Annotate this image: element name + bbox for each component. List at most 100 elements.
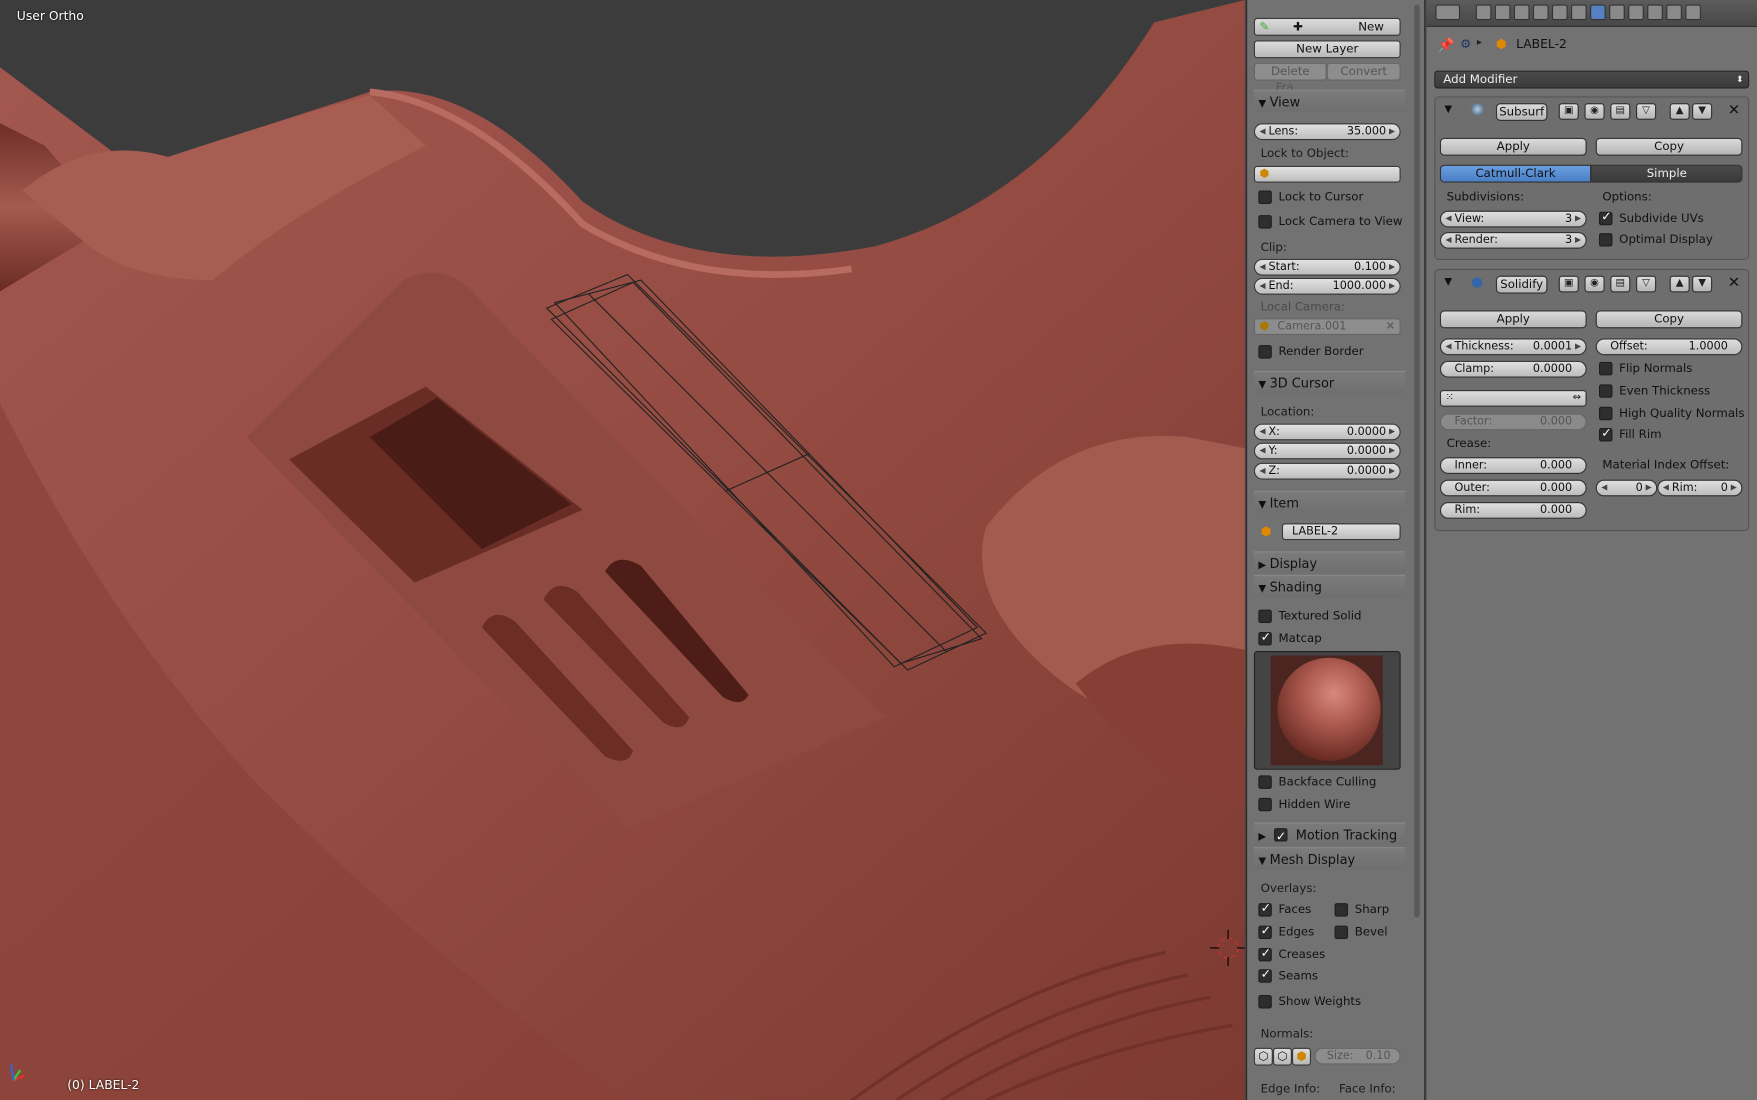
- collapse-arrow-icon[interactable]: ▼: [1444, 277, 1452, 288]
- matcap-preview[interactable]: [1253, 651, 1401, 770]
- editmode-toggle-icon[interactable]: ▤: [1610, 103, 1631, 120]
- high-quality-normals-checkbox[interactable]: [1599, 406, 1613, 421]
- factor-field[interactable]: Factor: 0.000: [1439, 413, 1587, 431]
- move-up-icon[interactable]: ▲: [1669, 275, 1690, 293]
- normals-size-field[interactable]: Size: 0.10: [1314, 1047, 1401, 1065]
- scene-icon[interactable]: [1513, 4, 1530, 21]
- seams-checkbox[interactable]: [1258, 967, 1272, 983]
- motion-tracking-section-header[interactable]: ▶ Motion Tracking: [1253, 822, 1406, 848]
- cage-toggle-icon[interactable]: ▽: [1635, 103, 1657, 120]
- clear-icon[interactable]: ✕: [1386, 319, 1395, 334]
- show-weights-checkbox[interactable]: [1258, 995, 1272, 1009]
- cursor-x-field[interactable]: ◀ X: 0.0000 ▶: [1253, 423, 1401, 441]
- optimal-display-checkbox[interactable]: [1599, 233, 1613, 247]
- vertex-normals-icon[interactable]: ⬡: [1253, 1047, 1273, 1066]
- convert-button[interactable]: Convert: [1326, 62, 1401, 81]
- lock-to-cursor-checkbox[interactable]: [1258, 190, 1272, 204]
- solidify-apply-button[interactable]: Apply: [1439, 310, 1587, 329]
- move-down-icon[interactable]: ▼: [1692, 103, 1713, 120]
- add-modifier-dropdown[interactable]: Add Modifier ⬍: [1434, 70, 1750, 89]
- face-normals-icon[interactable]: ⬢: [1291, 1047, 1312, 1066]
- flip-normals-checkbox[interactable]: [1599, 361, 1613, 376]
- editmode-toggle-icon[interactable]: ▤: [1610, 275, 1631, 293]
- panel-scrollbar[interactable]: [1414, 4, 1420, 918]
- remove-modifier-icon[interactable]: ✕: [1728, 102, 1740, 119]
- view-section-header[interactable]: ▼ View: [1253, 89, 1406, 113]
- move-up-icon[interactable]: ▲: [1669, 103, 1690, 120]
- subdivide-uvs-checkbox[interactable]: [1599, 210, 1613, 226]
- render-toggle-icon[interactable]: ▣: [1558, 275, 1579, 293]
- new-layer-button[interactable]: New Layer: [1253, 40, 1401, 59]
- texture-icon[interactable]: [1647, 4, 1663, 21]
- 3d-cursor-section-header[interactable]: ▼ 3D Cursor: [1253, 370, 1406, 394]
- render-toggle-icon[interactable]: ▣: [1558, 103, 1579, 120]
- matcap-checkbox[interactable]: [1258, 630, 1272, 646]
- simple-option[interactable]: Simple: [1591, 164, 1743, 183]
- viewport-toggle-icon[interactable]: ◉: [1584, 275, 1605, 293]
- particles-icon[interactable]: [1666, 4, 1682, 21]
- render-layers-icon[interactable]: [1494, 4, 1511, 21]
- subsurf-render-field[interactable]: ◀ Render: 3 ▶: [1439, 231, 1587, 249]
- editor-type-icon[interactable]: [1435, 4, 1461, 21]
- lock-camera-checkbox[interactable]: [1258, 215, 1272, 229]
- material-icon[interactable]: [1628, 4, 1644, 21]
- physics-icon[interactable]: [1685, 4, 1701, 21]
- subsurf-view-field[interactable]: ◀ View: 3 ▶: [1439, 210, 1587, 228]
- shading-section-header[interactable]: ▼ Shading: [1253, 574, 1406, 598]
- object-icon[interactable]: [1551, 4, 1568, 21]
- outer-crease-field[interactable]: Outer: 0.000: [1439, 479, 1587, 497]
- local-camera-field[interactable]: ⬢ Camera.001 ✕: [1253, 318, 1401, 336]
- subsurf-name-field[interactable]: Subsurf: [1495, 103, 1548, 122]
- cursor-y-field[interactable]: ◀ Y: 0.0000 ▶: [1253, 442, 1401, 460]
- catmull-clark-option[interactable]: Catmull-Clark: [1439, 164, 1592, 183]
- cursor-z-field[interactable]: ◀ Z: 0.0000 ▶: [1253, 462, 1401, 480]
- world-icon[interactable]: [1532, 4, 1549, 21]
- lens-field[interactable]: ◀ Lens: 35.000 ▶: [1253, 123, 1401, 141]
- textured-solid-checkbox[interactable]: [1258, 609, 1272, 624]
- backface-culling-checkbox[interactable]: [1258, 775, 1272, 789]
- thickness-field[interactable]: ◀ Thickness: 0.0001 ▶: [1439, 338, 1587, 356]
- 3d-viewport[interactable]: User Ortho (0) LABEL-2: [0, 0, 1245, 1100]
- fill-rim-checkbox[interactable]: [1599, 426, 1613, 442]
- subsurf-copy-button[interactable]: Copy: [1595, 137, 1743, 156]
- clamp-field[interactable]: Clamp: 0.0000: [1439, 360, 1587, 378]
- creases-checkbox[interactable]: [1258, 946, 1272, 962]
- rim-crease-field[interactable]: Rim: 0.000: [1439, 502, 1587, 519]
- hidden-wire-checkbox[interactable]: [1258, 797, 1272, 812]
- faces-checkbox[interactable]: [1258, 901, 1272, 917]
- material-offset-field[interactable]: ◀ 0 ▶: [1595, 479, 1658, 497]
- material-rim-field[interactable]: ◀ Rim: 0 ▶: [1657, 479, 1743, 497]
- item-name-field[interactable]: LABEL-2: [1281, 523, 1401, 541]
- edges-checkbox[interactable]: [1258, 923, 1272, 940]
- cage-toggle-icon[interactable]: ▽: [1635, 275, 1657, 293]
- collapse-arrow-icon[interactable]: ▼: [1444, 104, 1452, 115]
- inner-crease-field[interactable]: Inner: 0.000: [1439, 457, 1587, 474]
- mesh-display-section-header[interactable]: ▼ Mesh Display: [1253, 847, 1406, 870]
- gp-new-button[interactable]: ✎ ✚ New: [1253, 17, 1401, 36]
- even-thickness-checkbox[interactable]: [1599, 384, 1613, 398]
- subsurf-apply-button[interactable]: Apply: [1439, 137, 1587, 156]
- clip-start-field[interactable]: ◀ Start: 0.100 ▶: [1253, 258, 1401, 276]
- lock-object-field[interactable]: ⬢: [1253, 165, 1401, 183]
- delete-frame-button[interactable]: Delete Fra...: [1253, 62, 1327, 94]
- data-icon[interactable]: [1609, 4, 1625, 21]
- clip-end-field[interactable]: ◀ End: 1000.000 ▶: [1253, 277, 1401, 295]
- offset-field[interactable]: Offset: 1.0000: [1595, 338, 1743, 356]
- invert-icon[interactable]: ⇔: [1573, 391, 1581, 406]
- solidify-copy-button[interactable]: Copy: [1595, 310, 1743, 329]
- display-section-header[interactable]: ▶ Display: [1253, 551, 1406, 574]
- solidify-name-field[interactable]: Solidify: [1495, 275, 1548, 294]
- item-section-header[interactable]: ▼ Item: [1253, 490, 1406, 514]
- render-icon[interactable]: [1475, 4, 1492, 21]
- render-border-checkbox[interactable]: [1258, 345, 1272, 359]
- viewport-toggle-icon[interactable]: ◉: [1584, 103, 1605, 120]
- pin-icon[interactable]: 📌: [1438, 37, 1455, 53]
- modifiers-icon[interactable]: [1590, 4, 1606, 21]
- sharp-checkbox[interactable]: [1334, 903, 1349, 917]
- remove-modifier-icon[interactable]: ✕: [1728, 275, 1740, 292]
- move-down-icon[interactable]: ▼: [1692, 275, 1713, 293]
- vertex-group-field[interactable]: ⁙ ⇔: [1439, 389, 1587, 407]
- loop-normals-icon[interactable]: ⬡: [1272, 1047, 1292, 1066]
- constraints-icon[interactable]: [1570, 4, 1587, 21]
- bevel-checkbox[interactable]: [1334, 925, 1349, 940]
